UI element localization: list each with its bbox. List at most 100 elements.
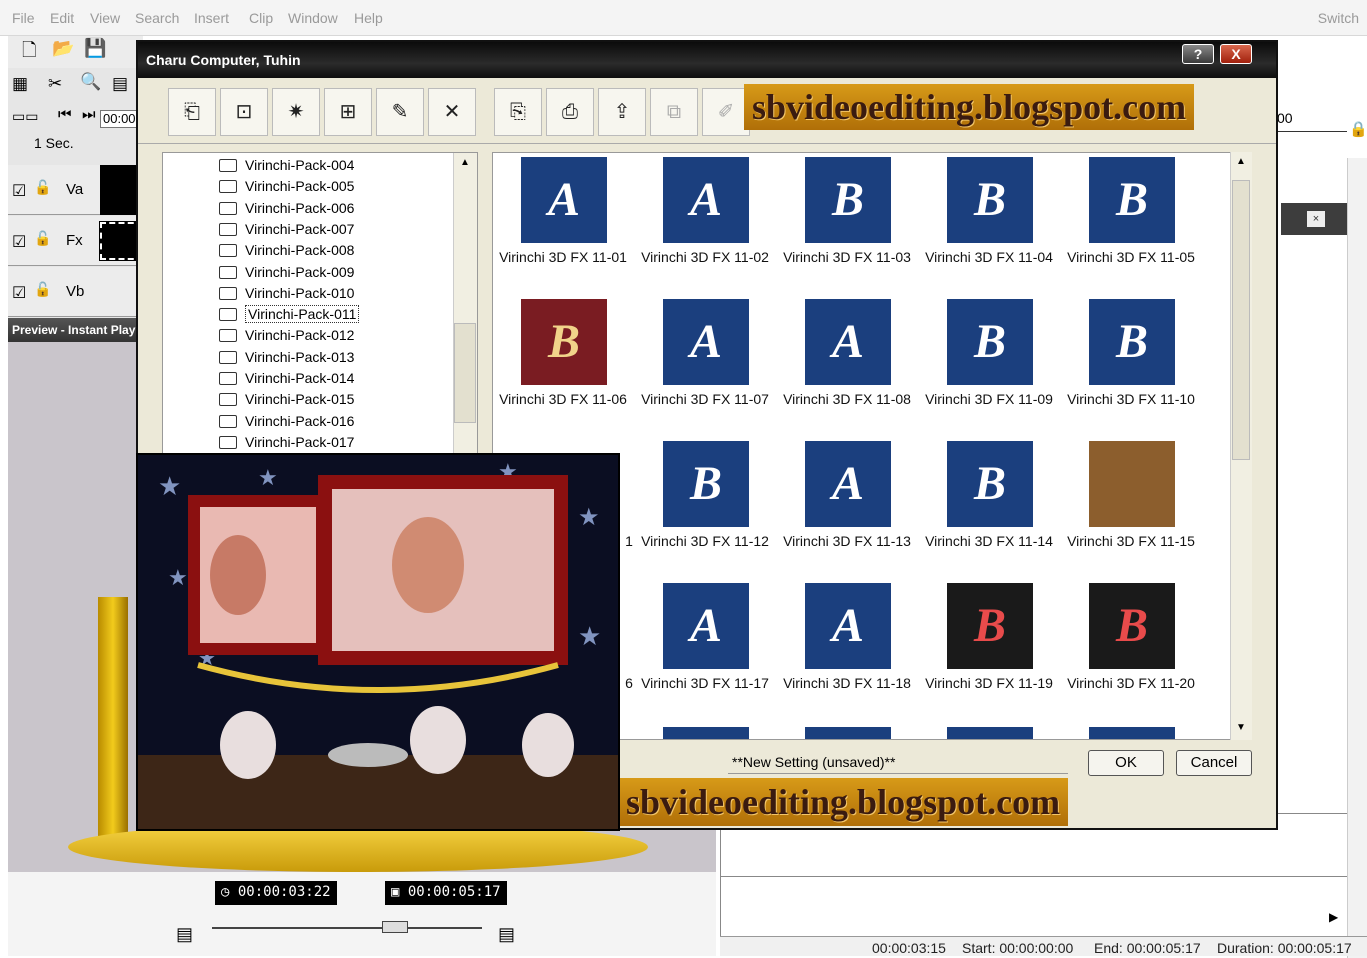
close-button[interactable]: X [1220, 44, 1252, 64]
effect-thumbnail[interactable]: B [1089, 157, 1175, 243]
menu-search[interactable]: Search [135, 10, 179, 26]
effect-thumbnail[interactable]: B [947, 157, 1033, 243]
scroll-thumb[interactable] [1232, 180, 1250, 460]
effect-thumbnail[interactable]: B [663, 441, 749, 527]
menu-edit[interactable]: Edit [50, 10, 74, 26]
add-effect-icon[interactable]: ✷ [272, 88, 320, 136]
lock-icon[interactable]: 🔓 [34, 179, 51, 196]
folder-item[interactable]: Virinchi-Pack-006 [219, 200, 354, 221]
folder-new-icon[interactable]: ⊡ [220, 88, 268, 136]
checkbox-icon[interactable]: ☑ [12, 181, 26, 201]
track-vb[interactable]: ☑ 🔓 Vb [8, 267, 143, 317]
effect-thumbnail[interactable]: B [521, 299, 607, 385]
folder-item[interactable]: Virinchi-Pack-013 [219, 349, 354, 370]
menu-window[interactable]: Window [288, 10, 338, 26]
folder-item[interactable]: Virinchi-Pack-011 [219, 305, 360, 327]
effect-thumbnail[interactable]: A [805, 583, 891, 669]
page-icon[interactable]: ▤ [112, 74, 128, 94]
lock-icon[interactable]: 🔒 [1349, 120, 1367, 138]
open-folder-icon[interactable]: 📂 [52, 38, 74, 59]
edit-icon[interactable]: ✎ [376, 88, 424, 136]
effect-thumbnail[interactable] [947, 727, 1033, 739]
folder-item[interactable]: Virinchi-Pack-017 [219, 434, 354, 455]
save-icon[interactable]: 💾 [84, 38, 106, 59]
effect-thumbnail[interactable]: A [805, 441, 891, 527]
effect-thumbnail[interactable]: A [805, 299, 891, 385]
effect-thumbnail[interactable]: B [947, 583, 1033, 669]
effect-label: Virinchi 3D FX 11-09 [925, 391, 1053, 407]
folder-item[interactable]: Virinchi-Pack-005 [219, 178, 354, 199]
effect-label: Virinchi 3D FX 11-03 [783, 249, 911, 265]
effect-thumbnail[interactable] [805, 727, 891, 739]
setting-name[interactable]: **New Setting (unsaved)** [728, 750, 1068, 774]
storyboard-icon[interactable]: ▦ [12, 74, 28, 94]
checkbox-icon[interactable]: ☑ [12, 283, 26, 303]
menu-view[interactable]: View [90, 10, 120, 26]
paste-icon[interactable]: ⎙ [546, 88, 594, 136]
delete-icon[interactable]: ✕ [428, 88, 476, 136]
right-time-field[interactable]: 00 [1277, 110, 1347, 132]
effect-thumbnail[interactable]: B [947, 299, 1033, 385]
scroll-right-icon[interactable]: ▶ [1329, 910, 1338, 924]
add-multiple-icon[interactable]: ⊞ [324, 88, 372, 136]
cut-tool-icon[interactable]: ✂ [48, 74, 62, 94]
switch-button[interactable]: Switch [1318, 10, 1359, 26]
close-icon[interactable]: × [1307, 211, 1325, 227]
effect-thumbnail[interactable]: B [805, 157, 891, 243]
effect-thumbnail[interactable]: A [663, 157, 749, 243]
zoom-icon[interactable]: 🔍 [80, 72, 101, 92]
skip-end-icon[interactable]: ⏭ [82, 106, 96, 123]
grid-scrollbar[interactable]: ▲ ▼ [1230, 152, 1252, 740]
effect-thumbnail[interactable]: B [1089, 583, 1175, 669]
effect-thumbnail[interactable] [1089, 441, 1175, 527]
menu-clip[interactable]: Clip [249, 10, 273, 26]
effect-thumbnail[interactable] [1089, 727, 1175, 739]
tree-scrollbar[interactable]: ▲ [453, 153, 477, 453]
help-button[interactable]: ? [1182, 44, 1214, 64]
folder-item[interactable]: Virinchi-Pack-012 [219, 327, 354, 348]
scroll-up-icon[interactable]: ▲ [1236, 156, 1246, 167]
time-field[interactable]: 00:00 [100, 110, 140, 128]
cancel-button[interactable]: Cancel [1176, 750, 1252, 776]
scroll-up-icon[interactable]: ▲ [460, 157, 470, 168]
folder-item[interactable]: Virinchi-Pack-014 [219, 370, 354, 391]
folder-item[interactable]: Virinchi-Pack-010 [219, 285, 354, 306]
menu-file[interactable]: File [12, 10, 35, 26]
effect-thumbnail[interactable]: A [663, 299, 749, 385]
effect-thumbnail[interactable] [663, 727, 749, 739]
rename-icon[interactable]: ✐ [702, 88, 750, 136]
menu-insert[interactable]: Insert [194, 10, 229, 26]
folder-item[interactable]: Virinchi-Pack-009 [219, 264, 354, 285]
folder-up-icon[interactable]: ⎗ [168, 88, 216, 136]
new-file-icon[interactable]: 🗋 [22, 38, 36, 68]
effect-thumbnail[interactable]: A [663, 583, 749, 669]
duplicate-icon[interactable]: ⧉ [650, 88, 698, 136]
effect-thumbnail[interactable]: B [947, 441, 1033, 527]
effect-thumbnail[interactable]: A [521, 157, 607, 243]
copy-icon[interactable]: ⎘ [494, 88, 542, 136]
right-scrollbar[interactable] [1347, 158, 1367, 958]
mark-out-icon[interactable]: ▤ [498, 924, 515, 945]
lock-icon[interactable]: 🔓 [34, 281, 51, 298]
skip-start-icon[interactable]: ⏮ [58, 106, 72, 123]
scrub-slider[interactable] [212, 927, 482, 929]
mark-in-icon[interactable]: ▤ [176, 924, 193, 945]
scroll-down-icon[interactable]: ▼ [1236, 722, 1246, 733]
menu-help[interactable]: Help [354, 10, 383, 26]
folder-item[interactable]: Virinchi-Pack-015 [219, 391, 354, 412]
track-va[interactable]: ☑ 🔓 Va [8, 165, 143, 215]
folder-icon [219, 372, 237, 385]
scroll-thumb[interactable] [454, 323, 476, 423]
track-fx[interactable]: ☑ 🔓 Fx [8, 216, 144, 266]
filmstrip-icon[interactable]: ▭▭ [12, 108, 38, 125]
scrub-thumb[interactable] [382, 921, 408, 933]
folder-item[interactable]: Virinchi-Pack-007 [219, 221, 354, 242]
folder-item[interactable]: Virinchi-Pack-008 [219, 242, 354, 263]
folder-item[interactable]: Virinchi-Pack-004 [219, 157, 354, 178]
effect-thumbnail[interactable]: B [1089, 299, 1175, 385]
import-icon[interactable]: ⇪ [598, 88, 646, 136]
checkbox-icon[interactable]: ☑ [12, 232, 26, 252]
lock-icon[interactable]: 🔓 [34, 230, 51, 247]
folder-item[interactable]: Virinchi-Pack-016 [219, 413, 354, 434]
ok-button[interactable]: OK [1088, 750, 1164, 776]
